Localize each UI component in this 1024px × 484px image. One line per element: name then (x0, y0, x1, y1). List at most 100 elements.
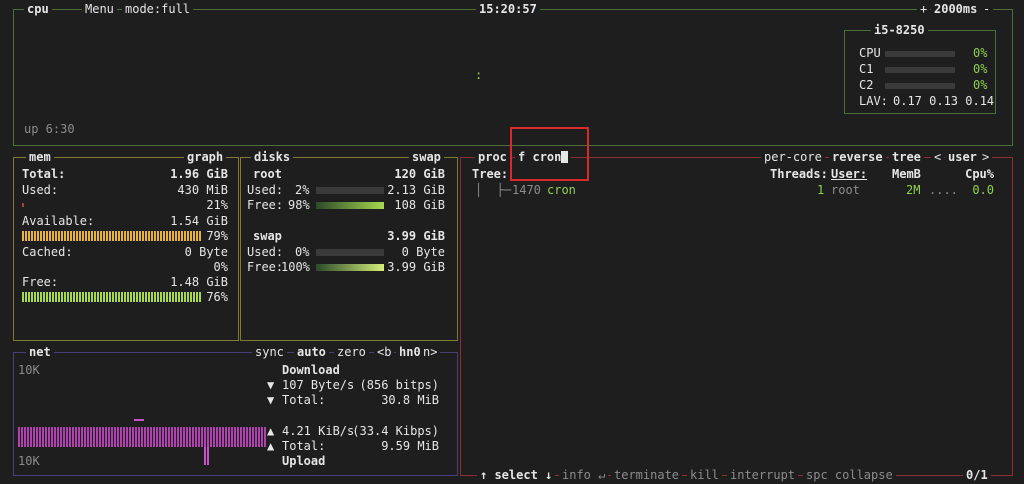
net-scale-bottom: 10K (18, 454, 40, 468)
mem-title: mem (26, 150, 54, 164)
interval-plus-button[interactable]: + (917, 2, 931, 16)
disk-root-used-value: 2.13 GiB (387, 183, 445, 197)
net-sync-toggle[interactable]: sync (252, 345, 287, 359)
upload-arrow: ▲ (267, 424, 275, 438)
interval-minus-button[interactable]: - (980, 2, 994, 16)
download-rate: 107 Byte/s (282, 378, 355, 392)
process-panel: proc f cron per-core reverse tree < user… (460, 150, 1013, 482)
net-auto-toggle[interactable]: auto (294, 345, 329, 359)
cpu-info-box: i5-8250 CPU 0% C1 0% C2 0% LAV: 0.17 0.1… (844, 23, 996, 114)
mem-available-pct: 79% (206, 229, 228, 243)
header-cpu[interactable]: Cpu% (965, 167, 994, 182)
clock: 15:20:57 (476, 2, 540, 16)
download-arrow: ▼ (267, 378, 275, 392)
disk-root-free-pct: 98% (288, 198, 310, 212)
disk-root-used-pct: 2% (295, 183, 310, 197)
disk-swap-free-label: Free: (247, 260, 284, 274)
mem-used-bar (22, 203, 24, 207)
disk-root-free-bar (316, 202, 384, 209)
disk-root-used-bar (316, 187, 384, 194)
upload-total-label: Total: (282, 439, 326, 453)
disk-swap-used-label: Used: (247, 245, 284, 259)
mem-used-label: Used: (22, 183, 59, 197)
network-panel: net sync auto zero <b hn0 n> 10K 10K Dow… (13, 345, 458, 476)
mem-free-label: Free: (22, 275, 59, 289)
mem-available-value: 1.54 GiB (170, 214, 228, 228)
disk-swap-name: swap (253, 229, 282, 243)
mem-cached-label: Cached: (22, 245, 73, 259)
terminate-button[interactable]: terminate (611, 468, 683, 482)
net-zero-toggle[interactable]: zero (334, 345, 369, 359)
collapse-button[interactable]: spc collapse (803, 468, 896, 482)
row-threads: 1 (817, 183, 825, 197)
uptime: up 6:30 (24, 122, 75, 136)
reverse-toggle[interactable]: reverse (829, 150, 886, 164)
load-average-values: 0.17 0.13 0.14 (893, 94, 995, 108)
disk-swap-free-value: 3.99 GiB (387, 260, 445, 274)
net-title: net (26, 345, 54, 359)
select-control[interactable]: ↑ select ↓ (477, 468, 556, 482)
cpu-model: i5-8250 (871, 23, 928, 37)
tree-toggle[interactable]: tree (889, 150, 924, 164)
upload-total-arrow: ▲ (267, 439, 275, 453)
download-total-label: Total: (282, 393, 326, 407)
update-interval: 2000ms (931, 2, 981, 16)
process-count: 0/1 (963, 468, 991, 482)
mode-toggle[interactable]: mode:full (122, 2, 194, 16)
cpu-graph-point: : (475, 68, 483, 82)
info-button[interactable]: info ↵ (559, 468, 609, 482)
disk-swap-used-bar (316, 249, 384, 256)
mem-free-pct: 76% (206, 290, 228, 304)
mem-available-label: Available: (22, 214, 95, 228)
core2-meter (885, 83, 955, 89)
disk-root-size: 120 GiB (394, 167, 445, 181)
iface-next-button[interactable]: n> (420, 345, 441, 359)
disk-swap-free-pct: 100% (281, 260, 310, 274)
disks-panel: disks swap root 120 GiB Used: 2% 2.13 Gi… (240, 150, 458, 341)
row-user: root (831, 183, 860, 197)
menu-button[interactable]: Menu (82, 2, 117, 16)
upload-rate: 4.21 KiB/s (282, 424, 355, 438)
per-core-toggle[interactable]: per-core (761, 150, 825, 164)
memory-panel: mem graph Total: 1.96 GiB Used: 430 MiB … (13, 150, 239, 341)
swap-toggle[interactable]: swap (409, 150, 444, 164)
cpu-title: cpu (24, 2, 52, 16)
sort-next-button[interactable]: > (979, 150, 993, 164)
cpu-total-meter (885, 51, 955, 57)
disk-root-used-label: Used: (247, 183, 284, 197)
core1-label: C1 (859, 62, 874, 76)
interrupt-button[interactable]: interrupt (727, 468, 799, 482)
core2-value: 0% (973, 78, 988, 92)
core1-value: 0% (973, 62, 988, 76)
upload-label: Upload (282, 454, 326, 468)
row-tree-glyph: │ ├─ (475, 183, 512, 197)
mem-total-label: Total: (22, 167, 66, 181)
header-memb[interactable]: MemB (892, 167, 921, 182)
header-tree: Tree: (472, 167, 509, 181)
cpu-total-label: CPU (859, 46, 881, 60)
iface-prev-button[interactable]: <b (374, 345, 395, 359)
mem-graph-toggle[interactable]: graph (184, 150, 227, 164)
sort-prev-button[interactable]: < (931, 150, 945, 164)
net-upload-spike (204, 447, 210, 465)
disk-root-free-value: 108 GiB (394, 198, 445, 212)
mem-total-value: 1.96 GiB (170, 167, 228, 181)
net-scale-top: 10K (18, 363, 40, 377)
proc-title: proc (475, 150, 510, 164)
row-pid: 1470 (512, 183, 541, 197)
kill-button[interactable]: kill (687, 468, 722, 482)
disk-swap-free-bar (316, 264, 384, 271)
disk-root-name: root (253, 167, 282, 181)
header-threads: Threads: (770, 167, 828, 181)
mem-used-value: 430 MiB (177, 183, 228, 197)
disk-root-free-label: Free: (247, 198, 284, 212)
header-user[interactable]: User: (831, 167, 867, 182)
disks-title: disks (251, 150, 294, 164)
row-cpu: 0.0 (972, 183, 994, 197)
mem-cached-value: 0 Byte (184, 245, 228, 259)
net-upload-graph (18, 427, 266, 447)
download-label: Download (282, 363, 340, 377)
upload-total: 9.59 MiB (381, 439, 439, 453)
load-average-label: LAV: (859, 94, 888, 108)
disk-swap-used-pct: 0% (295, 245, 310, 259)
